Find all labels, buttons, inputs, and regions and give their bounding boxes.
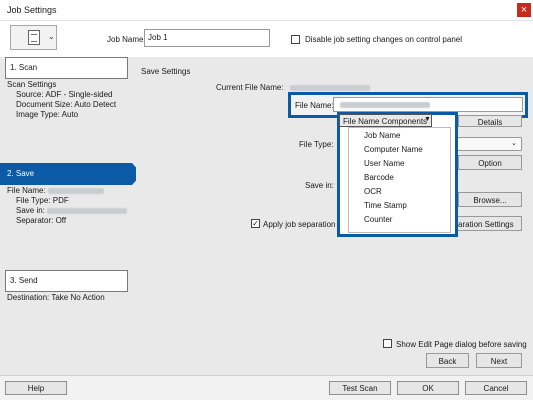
chevron-down-icon: ⌄ xyxy=(48,32,55,41)
apply-job-separation-label: Apply job separation xyxy=(263,220,336,229)
dropdown-arrow-icon: ▼ xyxy=(424,116,431,123)
cancel-button[interactable]: Cancel xyxy=(465,381,527,395)
job-icon-dropdown-button[interactable]: ⌄ xyxy=(10,25,57,50)
scan-image-type: Image Type: Auto xyxy=(16,110,79,119)
save-summary-save-in: Save in: xyxy=(16,206,128,215)
file-name-components-select[interactable]: File Name Components xyxy=(339,114,432,127)
disable-changes-label: Disable job setting changes on control p… xyxy=(305,35,462,44)
current-file-name-label: Current File Name: xyxy=(216,83,284,92)
component-counter[interactable]: Counter xyxy=(364,215,392,224)
file-type-label: File Type: xyxy=(299,140,334,149)
close-button[interactable]: × xyxy=(517,3,531,17)
next-button[interactable]: Next xyxy=(476,353,522,368)
option-button[interactable]: Option xyxy=(458,155,522,170)
component-ocr[interactable]: OCR xyxy=(364,187,382,196)
component-computer-name[interactable]: Computer Name xyxy=(364,145,423,154)
show-edit-page-label: Show Edit Page dialog before saving xyxy=(396,340,527,349)
chevron-down-icon: ⌄ xyxy=(511,140,517,147)
back-button[interactable]: Back xyxy=(426,353,469,368)
component-barcode[interactable]: Barcode xyxy=(364,173,394,182)
step-send-button[interactable]: 3. Send xyxy=(5,270,128,292)
job-name-input[interactable]: Job 1 xyxy=(144,29,270,47)
ok-button[interactable]: OK xyxy=(397,381,459,395)
document-icon xyxy=(28,30,40,45)
current-file-name-value xyxy=(290,83,370,92)
disable-changes-checkbox[interactable] xyxy=(291,35,300,44)
component-user-name[interactable]: User Name xyxy=(364,159,404,168)
help-button[interactable]: Help xyxy=(5,381,67,395)
save-in-label: Save in: xyxy=(305,181,334,190)
file-name-label: File Name: xyxy=(295,101,334,110)
scan-settings-heading: Scan Settings xyxy=(7,80,57,89)
browse-button[interactable]: Browse... xyxy=(458,192,522,207)
test-scan-button[interactable]: Test Scan xyxy=(329,381,391,395)
component-job-name[interactable]: Job Name xyxy=(364,131,400,140)
scan-document-size: Document Size: Auto Detect xyxy=(16,100,117,109)
window-title: Job Settings xyxy=(7,5,57,15)
job-name-label: Job Name xyxy=(107,35,144,44)
save-summary-file-type: File Type: PDF xyxy=(16,196,69,205)
save-summary-separator: Separator: Off xyxy=(16,216,67,225)
details-button[interactable]: Details xyxy=(458,115,522,127)
step-scan-button[interactable]: 1. Scan xyxy=(5,57,128,79)
component-time-stamp[interactable]: Time Stamp xyxy=(364,201,407,210)
title-bar xyxy=(0,0,533,21)
step-save-button[interactable]: 2. Save xyxy=(0,163,142,185)
file-name-input[interactable] xyxy=(333,97,523,112)
apply-job-separation-checkbox[interactable]: ✓ xyxy=(251,219,260,228)
save-settings-heading: Save Settings xyxy=(141,67,191,76)
send-destination: Destination: Take No Action xyxy=(7,293,105,302)
show-edit-page-checkbox[interactable] xyxy=(383,339,392,348)
save-summary-file-name: File Name: xyxy=(7,186,104,195)
scan-source: Source: ADF - Single-sided xyxy=(16,90,113,99)
